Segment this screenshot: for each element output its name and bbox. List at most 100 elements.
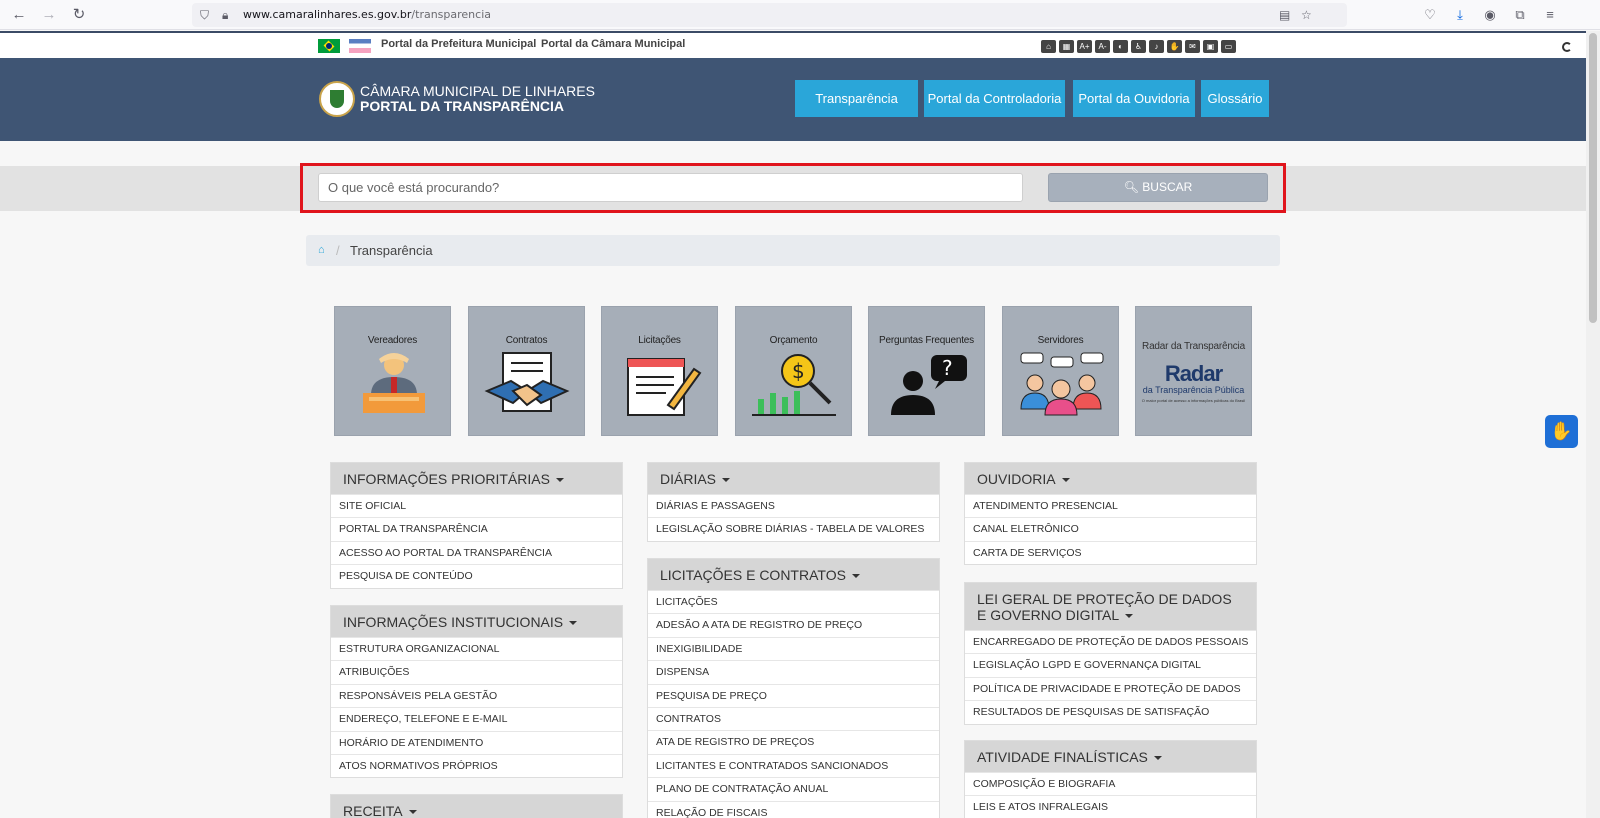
shield-icon[interactable]: ⛉ — [200, 3, 209, 27]
camara-portal-link[interactable]: Portal da Câmara Municipal — [541, 38, 685, 50]
caret-down-icon — [851, 574, 860, 579]
tile-radar-transparencia[interactable]: Radar da Transparência Radar da Transpar… — [1135, 306, 1252, 436]
list-item[interactable]: LICITANTES E CONTRATADOS SANCIONADOS — [648, 753, 939, 777]
site-subtitle[interactable]: PORTAL DA TRANSPARÊNCIA — [360, 99, 564, 114]
tile-label: Radar da Transparência — [1142, 341, 1245, 352]
list-item[interactable]: RELAÇÃO DE FISCAIS — [648, 800, 939, 818]
list-item[interactable]: CONTRATOS — [648, 706, 939, 730]
page-scrollbar[interactable] — [1586, 31, 1600, 818]
list-item[interactable]: ATA DE REGISTRO DE PREÇOS — [648, 730, 939, 753]
nav-ouvidoria[interactable]: Portal da Ouvidoria — [1073, 80, 1195, 117]
download-icon[interactable]: ⤓ — [1450, 5, 1470, 25]
search-button[interactable]: 🔍︎ BUSCAR — [1048, 173, 1268, 202]
breadcrumb-separator: / — [336, 243, 340, 258]
tile-label: Contratos — [505, 335, 548, 346]
sign-language-widget-icon[interactable]: ✋ — [1545, 415, 1578, 448]
caret-down-icon — [408, 810, 417, 815]
list-item[interactable]: PLANO DE CONTRATAÇÃO ANUAL — [648, 777, 939, 800]
nav-glossario[interactable]: Glossário — [1201, 80, 1269, 117]
reader-view-icon[interactable]: ▤ — [1279, 3, 1290, 27]
tile-licitacoes[interactable]: Licitações — [601, 306, 718, 436]
list-item[interactable]: PORTAL DA TRANSPARÊNCIA — [331, 517, 622, 540]
panel-header[interactable]: INFORMAÇÕES PRIORITÁRIAS — [331, 463, 622, 494]
list-item[interactable]: POLÍTICA DE PRIVACIDADE E PROTEÇÃO DE DA… — [965, 676, 1256, 700]
caret-down-icon — [1153, 756, 1162, 761]
list-item[interactable]: PESQUISA DE PREÇO — [648, 683, 939, 707]
panel-header[interactable]: ATIVIDADE FINALÍSTICAS — [965, 741, 1256, 772]
scrollbar-thumb[interactable] — [1589, 33, 1597, 323]
list-item[interactable]: COMPOSIÇÃO E BIOGRAFIA — [965, 772, 1256, 795]
panel-atividade-finalisticas: ATIVIDADE FINALÍSTICAS COMPOSIÇÃO E BIOG… — [964, 740, 1257, 818]
nav-transparencia[interactable]: Transparência — [795, 80, 918, 117]
list-item[interactable]: SITE OFICIAL — [331, 494, 622, 517]
list-item[interactable]: ADESÃO A ATA DE REGISTRO DE PREÇO — [648, 613, 939, 636]
list-item[interactable]: INEXIGIBILIDADE — [648, 636, 939, 660]
panel-header[interactable]: OUVIDORIA — [965, 463, 1256, 494]
list-item[interactable]: RESULTADOS DE PESQUISAS DE SATISFAÇÃO — [965, 700, 1256, 723]
panel-header[interactable]: RECEITA — [331, 795, 622, 818]
home-icon[interactable]: ⌂ — [1041, 40, 1056, 53]
list-item[interactable]: DIÁRIAS E PASSAGENS — [648, 494, 939, 517]
lock-icon[interactable]: ▣ — [1203, 40, 1218, 53]
list-item[interactable]: LICITAÇÕES — [648, 590, 939, 613]
prefeitura-portal-link[interactable]: Portal da Prefeitura Municipal — [381, 38, 536, 50]
list-item[interactable]: CANAL ELETRÔNICO — [965, 517, 1256, 540]
tile-contratos[interactable]: Contratos — [468, 306, 585, 436]
panel-informacoes-institucionais: INFORMAÇÕES INSTITUCIONAIS ESTRUTURA ORG… — [330, 605, 623, 779]
search-icon: 🔍︎ — [1123, 180, 1139, 194]
panel-header[interactable]: LEI GERAL DE PROTEÇÃO DE DADOS E GOVERNO… — [965, 583, 1256, 630]
top-strip: Portal da Prefeitura Municipal Portal da… — [0, 31, 1586, 58]
home-icon[interactable]: ⌂ — [318, 235, 325, 266]
account-icon[interactable]: ◉ — [1480, 5, 1500, 25]
mail-icon[interactable]: ✉ — [1185, 40, 1200, 53]
list-item[interactable]: RESPONSÁVEIS PELA GESTÃO — [331, 683, 622, 707]
address-bar[interactable]: ⛉ 🔒︎ www.camaralinhares.es.gov.br/transp… — [192, 3, 1347, 27]
list-item[interactable]: DISPENSA — [648, 660, 939, 683]
forward-arrow-icon[interactable]: → — [38, 4, 60, 26]
list-item[interactable]: LEGISLAÇÃO LGPD E GOVERNANÇA DIGITAL — [965, 653, 1256, 676]
list-item[interactable]: ENDEREÇO, TELEFONE E E-MAIL — [331, 707, 622, 730]
tile-servidores[interactable]: Servidores — [1002, 306, 1119, 436]
search-input[interactable] — [318, 173, 1023, 202]
panel-ouvidoria: OUVIDORIA ATENDIMENTO PRESENCIAL CANAL E… — [964, 462, 1257, 566]
panel-header[interactable]: INFORMAÇÕES INSTITUCIONAIS — [331, 606, 622, 637]
extensions-icon[interactable]: ⧉ — [1510, 5, 1530, 25]
tile-perguntas-frequentes[interactable]: Perguntas Frequentes ? — [868, 306, 985, 436]
screen-icon[interactable]: ▭ — [1221, 40, 1236, 53]
list-item[interactable]: LEIS E ATOS INFRALEGAIS — [965, 795, 1256, 818]
accessibility-icon[interactable]: ♿ — [1131, 40, 1146, 53]
reload-icon[interactable]: ↻ — [68, 4, 90, 26]
url-host: www.camaralinhares.es.gov.br — [243, 8, 412, 21]
panel-title: INFORMAÇÕES PRIORITÁRIAS — [343, 471, 550, 487]
list-item[interactable]: ATOS NORMATIVOS PRÓPRIOS — [331, 753, 622, 777]
list-item[interactable]: ATENDIMENTO PRESENCIAL — [965, 494, 1256, 517]
font-increase-icon[interactable]: A+ — [1077, 40, 1092, 53]
list-item[interactable]: ESTRUTURA ORGANIZACIONAL — [331, 637, 622, 660]
tile-orcamento[interactable]: Orçamento $ — [735, 306, 852, 436]
tile-vereadores[interactable]: Vereadores — [334, 306, 451, 436]
list-item[interactable]: ENCARREGADO DE PROTEÇÃO DE DADOS PESSOAI… — [965, 630, 1256, 653]
svg-text:?: ? — [942, 356, 953, 380]
sign-language-icon[interactable]: ✋ — [1167, 40, 1182, 53]
list-item[interactable]: PESQUISA DE CONTEÚDO — [331, 564, 622, 587]
list-item[interactable]: HORÁRIO DE ATENDIMENTO — [331, 730, 622, 754]
panel-header[interactable]: DIÁRIAS — [648, 463, 939, 494]
list-item[interactable]: LEGISLAÇÃO SOBRE DIÁRIAS - TABELA DE VAL… — [648, 517, 939, 540]
map-icon[interactable]: ▦ — [1059, 40, 1074, 53]
contrast-icon[interactable]: ◐ — [1113, 40, 1128, 53]
list-item[interactable]: ATRIBUIÇÕES — [331, 660, 622, 683]
espirito-santo-flag-icon — [349, 39, 371, 53]
nav-controladoria[interactable]: Portal da Controladoria — [924, 80, 1065, 117]
bookmark-star-icon[interactable]: ☆ — [1301, 3, 1312, 27]
font-decrease-icon[interactable]: A- — [1095, 40, 1110, 53]
back-arrow-icon[interactable]: ← — [8, 4, 30, 26]
lock-icon[interactable]: 🔒︎ — [222, 3, 228, 27]
panel-header[interactable]: LICITAÇÕES E CONTRATOS — [648, 559, 939, 590]
list-item[interactable]: ACESSO AO PORTAL DA TRANSPARÊNCIA — [331, 540, 622, 564]
city-seal-logo[interactable] — [319, 81, 355, 117]
menu-icon[interactable]: ≡ — [1540, 5, 1560, 25]
list-item[interactable]: CARTA DE SERVIÇOS — [965, 540, 1256, 564]
pocket-icon[interactable]: ♡ — [1420, 5, 1440, 25]
hearing-icon[interactable]: ♪ — [1149, 40, 1164, 53]
site-title[interactable]: CÂMARA MUNICIPAL DE LINHARES — [360, 84, 595, 99]
